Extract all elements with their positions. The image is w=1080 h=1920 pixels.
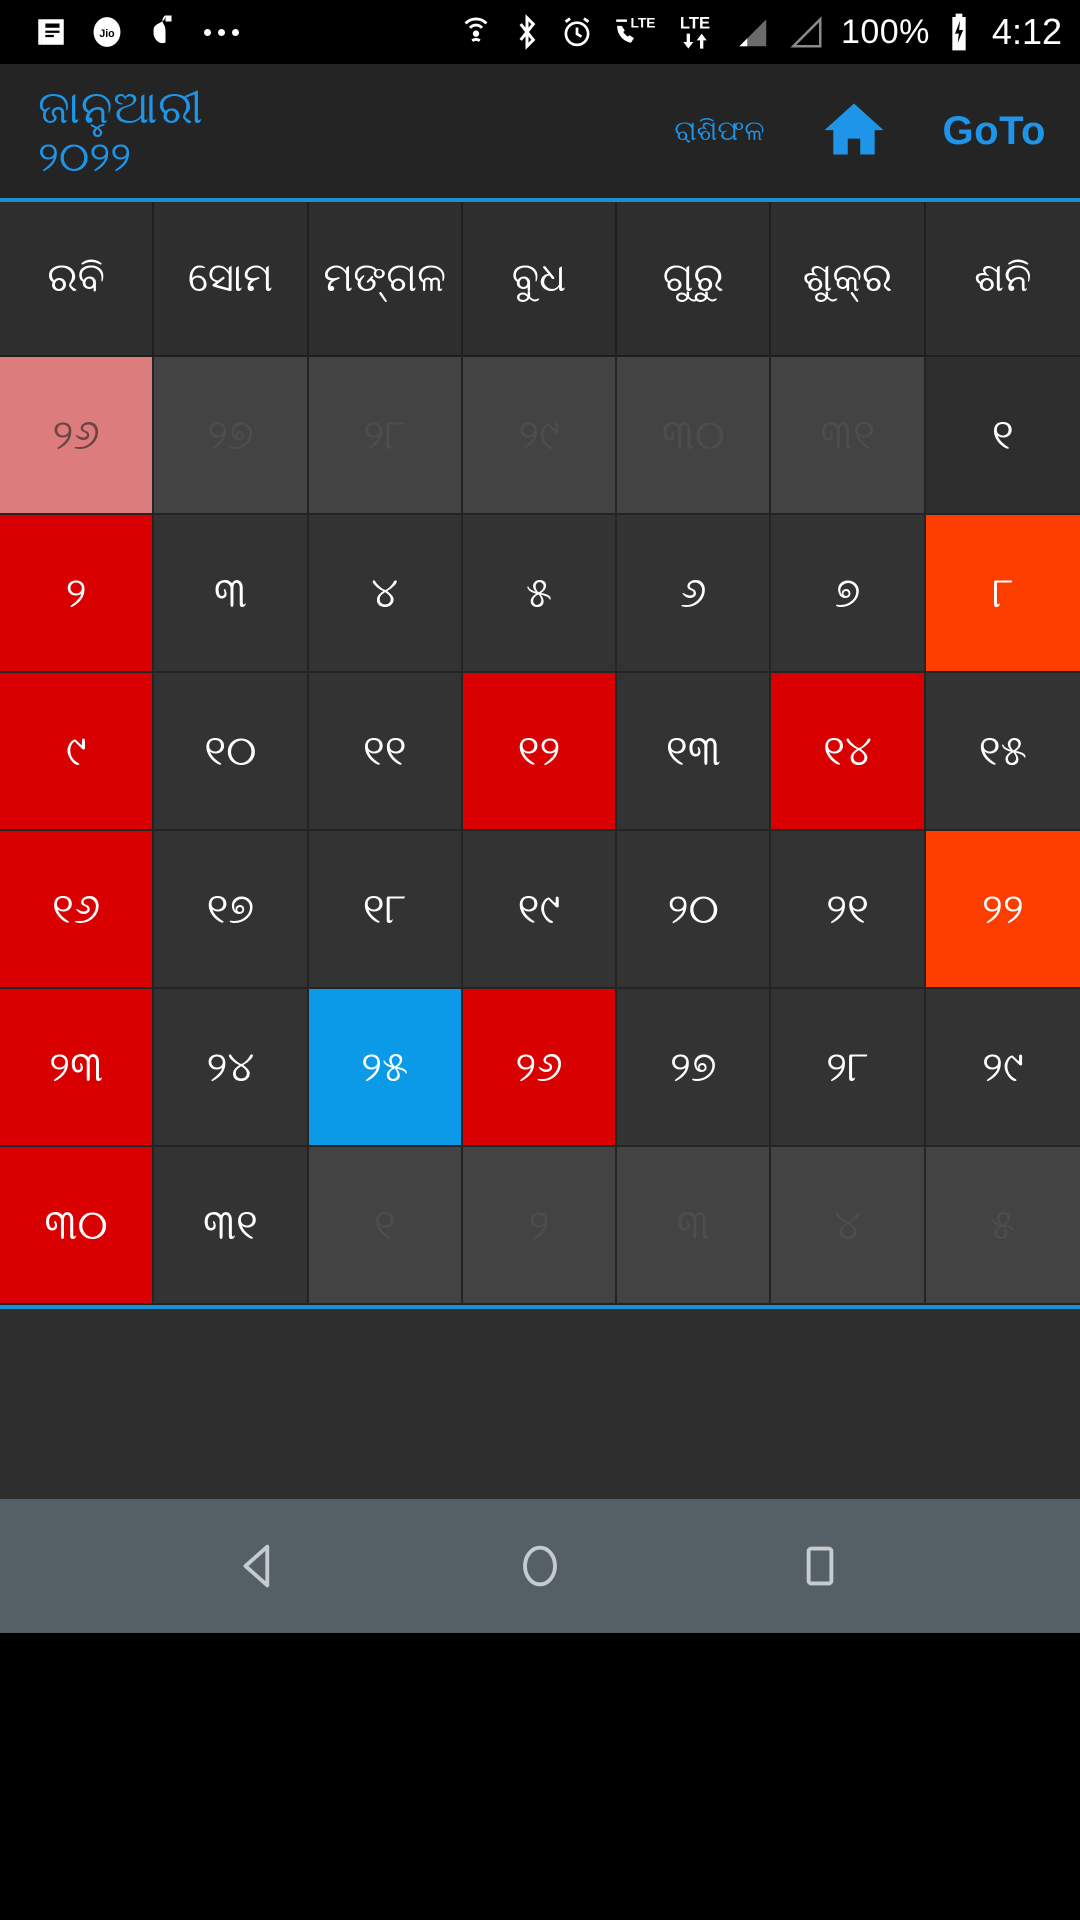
content-filler (0, 1309, 1080, 1499)
home-circle-icon[interactable] (480, 1499, 600, 1633)
day-cell-tue[interactable]: ୪ (308, 515, 463, 673)
calendar-week-row: ୩୦ ୩୧ ୧ ୨ ୩ ୪ ୫ (0, 1147, 1080, 1305)
day-cell-fri[interactable]: ୨୧ (771, 831, 926, 989)
calendar-week-row: ୨୬ ୨୭ ୨୮ ୨୯ ୩୦ ୩୧ ୧ (0, 357, 1080, 515)
day-cell-sun[interactable]: ୨୬ (0, 357, 155, 515)
status-bar-system-icons: LTE LTE 100% 4:12 (457, 12, 1062, 52)
day-cell-sat[interactable]: ୨୨ (925, 831, 1080, 989)
battery-charging-icon (946, 12, 972, 52)
svg-text:LTE: LTE (680, 14, 710, 33)
calendar-week-row: ୯ ୧୦ ୧୧ ୧୨ ୧୩ ୧୪ ୧୫ (0, 673, 1080, 831)
day-cell-mon[interactable]: ୧୭ (154, 831, 309, 989)
day-cell-sun[interactable]: ୨୩ (0, 989, 155, 1147)
day-cell-wed[interactable]: ୫ (462, 515, 618, 673)
day-cell-fri[interactable]: ୪ (771, 1147, 926, 1305)
more-notifications-icon (198, 28, 245, 36)
horoscope-button[interactable]: ରାଶିଫଳ (674, 115, 764, 148)
svg-text:Jio: Jio (99, 28, 115, 40)
day-cell-fri[interactable]: ୭ (771, 515, 926, 673)
day-cell-sun[interactable]: ୯ (0, 673, 155, 831)
day-cell-sat[interactable]: ୨୯ (925, 989, 1080, 1147)
day-cell-wed[interactable]: ୨୯ (462, 357, 618, 515)
day-cell-mon[interactable]: ୩୧ (154, 1147, 309, 1305)
app-bar: ଜାନୁଆରୀ ୨୦୨୨ ରାଶିଫଳ GoTo (0, 64, 1080, 202)
call-lte-icon: LTE (611, 12, 657, 52)
day-cell-fri[interactable]: ୧୪ (771, 673, 926, 831)
home-icon[interactable] (817, 95, 891, 168)
day-cell-tue[interactable]: ୧୮ (308, 831, 463, 989)
day-cell-wed[interactable]: ୨୬ (462, 989, 618, 1147)
clock-label: 4:12 (991, 11, 1062, 52)
day-cell-tue[interactable]: ୧୧ (308, 673, 463, 831)
day-cell-fri[interactable]: ୨୮ (771, 989, 926, 1147)
page-title: ଜାନୁଆରୀ (38, 81, 204, 133)
lte-data-icon: LTE (673, 12, 717, 52)
goto-button[interactable]: GoTo (943, 109, 1046, 154)
day-cell-wed[interactable]: ୧୯ (462, 831, 618, 989)
signal-sim1-icon (733, 12, 771, 52)
weekday-sat: ଶନି (925, 202, 1080, 357)
day-cell-tue[interactable]: ୨୫ (308, 989, 463, 1147)
day-cell-tue[interactable]: ୧ (308, 1147, 463, 1305)
day-cell-wed[interactable]: ୨ (462, 1147, 618, 1305)
day-cell-mon[interactable]: ୨୪ (154, 989, 309, 1147)
hotspot-icon (457, 12, 495, 52)
alarm-icon (559, 12, 595, 52)
day-cell-sat[interactable]: ୧୫ (925, 673, 1080, 831)
weekday-tue: ମଙ୍ଗଳ (308, 202, 463, 357)
android-navigation-bar[interactable] (0, 1499, 1080, 1633)
jio-music-icon (146, 12, 176, 52)
day-cell-thu[interactable]: ୨୭ (617, 989, 772, 1147)
day-cell-thu[interactable]: ୩୦ (617, 357, 772, 515)
calendar-week-row: ୧୬ ୧୭ ୧୮ ୧୯ ୨୦ ୨୧ ୨୨ (0, 831, 1080, 989)
year-label: ୨୦୨୨ (38, 133, 132, 180)
battery-percent-label: 100% (840, 13, 930, 51)
day-cell-sun[interactable]: ୧୬ (0, 831, 155, 989)
weekday-mon: ସୋମ (154, 202, 309, 357)
day-cell-sat[interactable]: ୮ (925, 515, 1080, 673)
day-cell-thu[interactable]: ୨୦ (617, 831, 772, 989)
news-reader-icon (34, 12, 68, 52)
day-cell-thu[interactable]: ୧୩ (617, 673, 772, 831)
calendar-grid: ରବି ସୋମ ମଙ୍ଗଳ ବୁଧ ଗୁରୁ ଶୁକ୍ର ଶନି ୨୬ ୨୭ ୨୮ ୨… (0, 202, 1080, 1309)
day-cell-mon[interactable]: ୨୭ (154, 357, 309, 515)
calendar-week-row: ୨୩ ୨୪ ୨୫ ୨୬ ୨୭ ୨୮ ୨୯ (0, 989, 1080, 1147)
day-cell-wed[interactable]: ୧୨ (462, 673, 618, 831)
month-year-title[interactable]: ଜାନୁଆରୀ ୨୦୨୨ (38, 84, 203, 178)
day-cell-sun[interactable]: ୨ (0, 515, 155, 673)
day-cell-sat[interactable]: ୧ (925, 357, 1080, 515)
day-cell-tue[interactable]: ୨୮ (308, 357, 463, 515)
weekday-sun: ରବି (0, 202, 155, 357)
status-bar[interactable]: Jio LTE LTE 100% 4:12 (0, 0, 1080, 64)
app-bar-actions: ରାଶିଫଳ GoTo (674, 95, 1046, 168)
signal-sim2-icon (787, 12, 825, 52)
back-triangle-icon[interactable] (200, 1499, 320, 1633)
weekday-wed: ବୁଧ (462, 202, 618, 357)
weekday-header-row: ରବି ସୋମ ମଙ୍ଗଳ ବୁଧ ଗୁରୁ ଶୁକ୍ର ଶନି (0, 202, 1080, 357)
calendar-week-row: ୨୩୪୫୬୭୮ (0, 515, 1080, 673)
status-bar-notification-icons: Jio (34, 12, 245, 52)
day-cell-thu[interactable]: ୩ (617, 1147, 772, 1305)
day-cell-mon[interactable]: ୧୦ (154, 673, 309, 831)
day-cell-thu[interactable]: ୬ (617, 515, 772, 673)
weekday-thu: ଗୁରୁ (617, 202, 772, 357)
day-cell-sun[interactable]: ୩୦ (0, 1147, 155, 1305)
calendar-weeks: ୨୬ ୨୭ ୨୮ ୨୯ ୩୦ ୩୧ ୧ ୨ ୩ ୪ ୫ ୬ ୭ ୮ ୯ ୧୦ ୧୧ ୧୨ ୧୩ ୧୪ ୧୫ ୧୬ ୧୭ ୧୮ ୧… (0, 357, 1080, 1305)
bluetooth-icon (511, 12, 543, 52)
day-cell-fri[interactable]: ୩୧ (771, 357, 926, 515)
svg-text:LTE: LTE (630, 15, 655, 30)
recents-square-icon[interactable] (760, 1499, 880, 1633)
jio-icon: Jio (90, 12, 124, 52)
weekday-fri: ଶୁକ୍ର (771, 202, 926, 357)
day-cell-mon[interactable]: ୩ (154, 515, 309, 673)
day-cell-sat[interactable]: ୫ (925, 1147, 1080, 1305)
